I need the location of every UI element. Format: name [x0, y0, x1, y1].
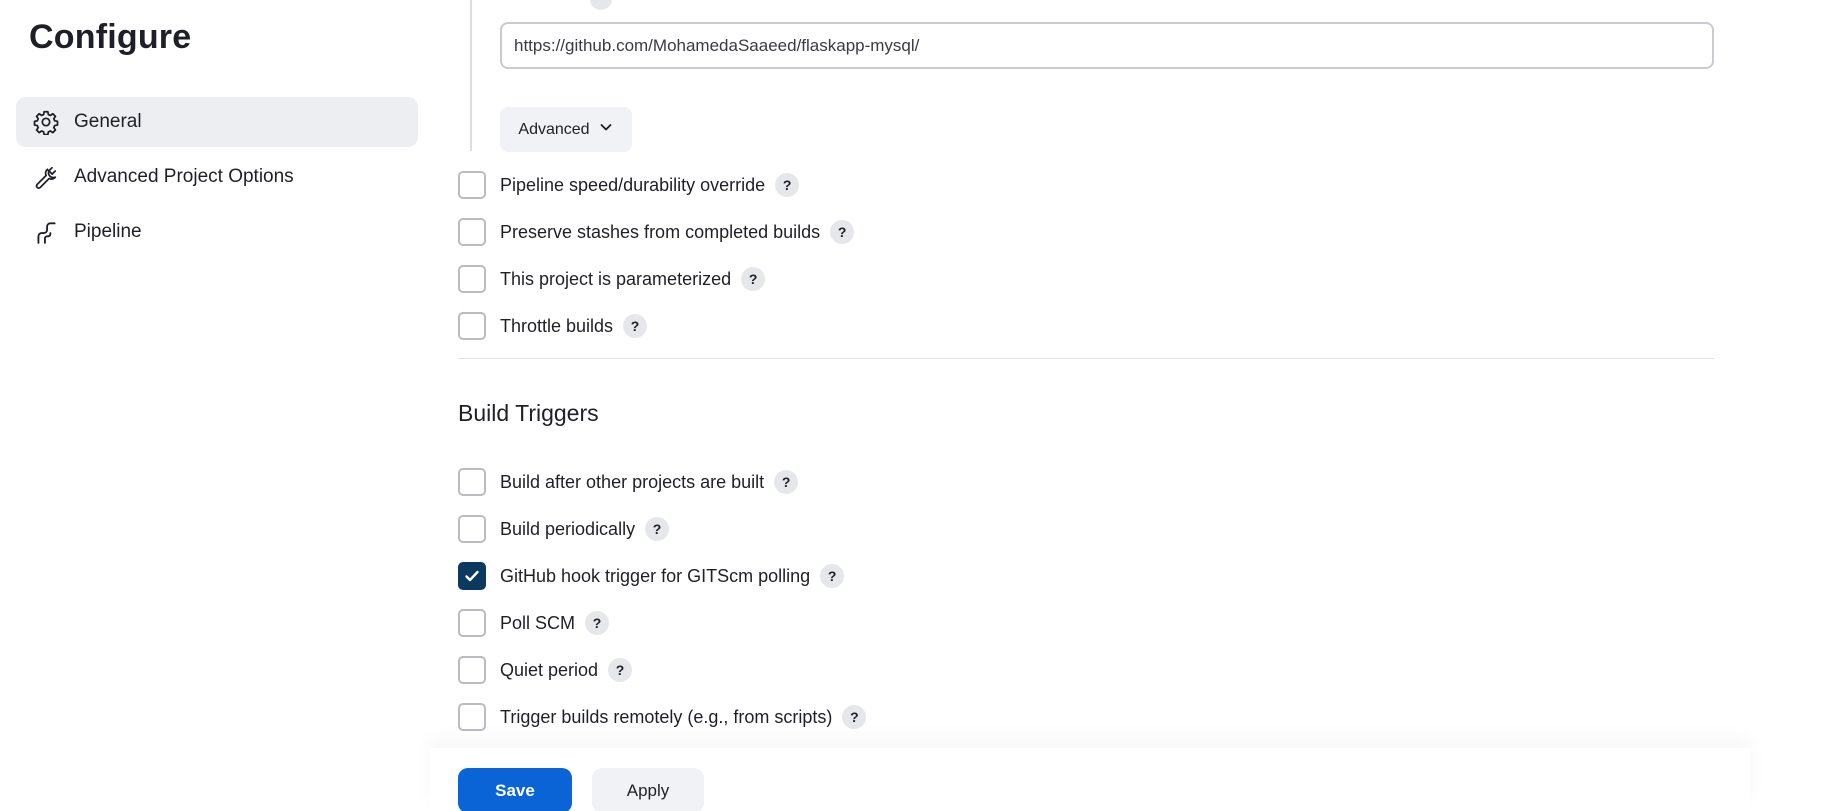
- help-icon[interactable]: ?: [820, 564, 845, 588]
- sidebar-item-label: Advanced Project Options: [74, 166, 294, 187]
- sidebar-item-label: General: [74, 111, 142, 132]
- help-icon[interactable]: ?: [608, 658, 633, 682]
- trigger-quiet-period: Quiet period ?: [458, 655, 633, 685]
- checkbox[interactable]: [458, 515, 486, 543]
- main-content: Advanced Pipeline speed/durability overr…: [458, 0, 1718, 811]
- option-label: Throttle builds: [500, 315, 614, 336]
- trigger-build-after-other: Build after other projects are built ?: [458, 467, 799, 497]
- trigger-build-periodically: Build periodically ?: [458, 514, 670, 544]
- help-icon[interactable]: ?: [645, 517, 670, 541]
- help-icon[interactable]: ?: [623, 314, 648, 338]
- save-button[interactable]: Save: [458, 768, 572, 811]
- option-label: Pipeline speed/durability override: [500, 174, 766, 195]
- option-label: GitHub hook trigger for GITScm polling: [500, 565, 811, 586]
- apply-button[interactable]: Apply: [592, 768, 704, 811]
- sidebar: Configure General Advanced Project Optio…: [0, 0, 440, 811]
- advanced-button-label: Advanced: [518, 120, 590, 138]
- option-label: Build after other projects are built: [500, 471, 765, 492]
- help-icon[interactable]: ?: [774, 470, 799, 494]
- help-icon[interactable]: ?: [585, 611, 610, 635]
- option-label: Preserve stashes from completed builds: [500, 221, 821, 242]
- advanced-button[interactable]: Advanced: [500, 107, 632, 152]
- checkbox[interactable]: [458, 468, 486, 496]
- checkmark-icon: [465, 570, 479, 582]
- checkbox[interactable]: [458, 703, 486, 731]
- section-divider: [458, 358, 1714, 359]
- sidebar-item-label: Pipeline: [74, 221, 142, 242]
- option-label: Trigger builds remotely (e.g., from scri…: [500, 706, 833, 727]
- sidebar-item-pipeline[interactable]: Pipeline: [16, 207, 418, 257]
- wrench-icon: [32, 163, 60, 191]
- option-label: Poll SCM: [500, 612, 576, 633]
- sidebar-item-advanced-project-options[interactable]: Advanced Project Options: [16, 152, 418, 202]
- help-icon[interactable]: ?: [741, 267, 766, 291]
- option-preserve-stashes: Preserve stashes from completed builds ?: [458, 217, 855, 247]
- trigger-poll-scm: Poll SCM ?: [458, 608, 610, 638]
- help-icon[interactable]: ?: [830, 220, 855, 244]
- option-parameterized: This project is parameterized ?: [458, 264, 766, 294]
- chevron-down-icon: [598, 119, 614, 140]
- build-triggers-title: Build Triggers: [458, 400, 599, 426]
- option-label: Build periodically: [500, 518, 636, 539]
- page-title: Configure: [29, 18, 192, 56]
- checkbox-checked[interactable]: [458, 562, 486, 590]
- option-pipeline-durability: Pipeline speed/durability override ?: [458, 170, 800, 200]
- checkbox[interactable]: [458, 218, 486, 246]
- checkbox[interactable]: [458, 609, 486, 637]
- help-icon[interactable]: [590, 0, 612, 10]
- option-label: This project is parameterized: [500, 268, 732, 289]
- option-throttle-builds: Throttle builds ?: [458, 311, 648, 341]
- pipeline-icon: [32, 218, 60, 246]
- gear-icon: [32, 108, 60, 136]
- section-indent-line: [470, 0, 472, 151]
- trigger-builds-remotely: Trigger builds remotely (e.g., from scri…: [458, 702, 867, 732]
- checkbox[interactable]: [458, 312, 486, 340]
- bottom-action-bar: Save Apply: [430, 748, 1750, 811]
- sidebar-item-general[interactable]: General: [16, 97, 418, 147]
- project-url-input[interactable]: [500, 22, 1714, 69]
- checkbox[interactable]: [458, 656, 486, 684]
- checkbox[interactable]: [458, 171, 486, 199]
- help-icon[interactable]: ?: [842, 705, 867, 729]
- help-icon[interactable]: ?: [775, 173, 800, 197]
- sidebar-nav: General Advanced Project Options Pipelin…: [16, 97, 418, 262]
- trigger-github-hook: GitHub hook trigger for GITScm polling ?: [458, 561, 845, 591]
- option-label: Quiet period: [500, 659, 599, 680]
- checkbox[interactable]: [458, 265, 486, 293]
- configure-page: Configure General Advanced Project Optio…: [0, 0, 1829, 811]
